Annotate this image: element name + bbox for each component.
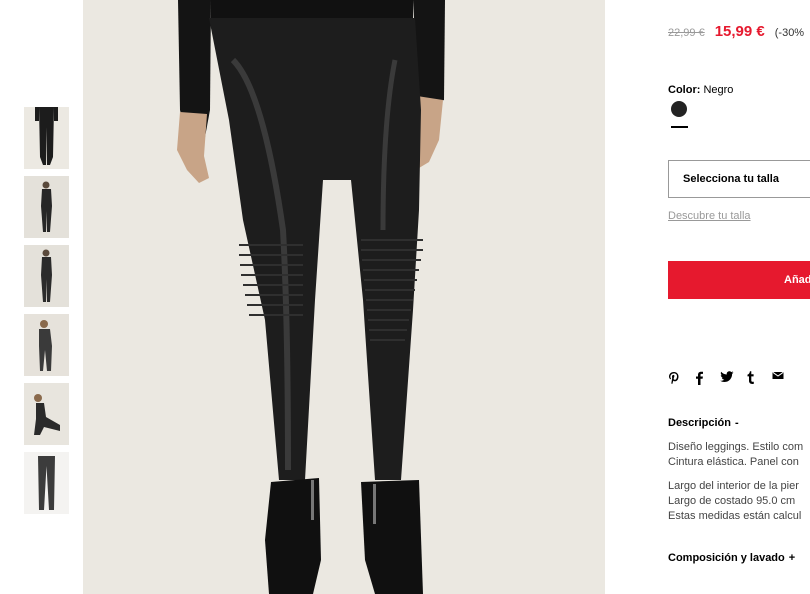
- discount-badge: (-30%: [774, 27, 805, 39]
- size-select-label: Selecciona tu talla: [683, 173, 779, 185]
- expand-icon: +: [788, 552, 796, 564]
- color-label-key: Color:: [668, 84, 701, 96]
- tumblr-icon[interactable]: [746, 371, 772, 387]
- thumbnail-6[interactable]: [24, 452, 69, 514]
- description-text-a: Diseño leggings. Estilo com Cintura elás…: [668, 440, 803, 470]
- thumbnail-3[interactable]: [24, 245, 69, 307]
- color-value: Negro: [703, 84, 734, 96]
- description-line: Diseño leggings. Estilo com: [668, 441, 804, 453]
- facebook-icon[interactable]: [694, 371, 720, 387]
- swatch-selected-indicator: [671, 126, 688, 128]
- thumbnail-2[interactable]: [24, 176, 69, 238]
- color-label: Color: Negro: [668, 84, 733, 96]
- price-row: 22,99 € 15,99 € (-30%: [668, 23, 804, 40]
- share-icons: [668, 371, 798, 387]
- description-text-b: Largo del interior de la pier Largo de c…: [668, 479, 801, 524]
- size-guide-link[interactable]: Descubre tu talla: [668, 210, 751, 222]
- composition-toggle[interactable]: Composición y lavado +: [668, 552, 795, 564]
- leggings-photo: [83, 0, 605, 594]
- mail-icon[interactable]: [772, 371, 798, 387]
- composition-title: Composición y lavado: [668, 552, 785, 564]
- thumbnail-1[interactable]: [24, 107, 69, 169]
- description-title: Descripción: [668, 417, 731, 429]
- sale-price: 15,99 €: [714, 23, 765, 40]
- description-line: Cintura elástica. Panel con: [668, 456, 799, 468]
- old-price: 22,99 €: [668, 27, 705, 39]
- description-line: Estas medidas están calcul: [668, 510, 802, 522]
- product-info-panel: 22,99 € 15,99 € (-30% Color: Negro Selec…: [668, 0, 810, 594]
- description-toggle[interactable]: Descripción -: [668, 417, 739, 429]
- description-line: Largo de costado 95.0 cm: [668, 495, 796, 507]
- thumbnail-gallery: [24, 107, 69, 521]
- twitter-icon[interactable]: [720, 371, 746, 387]
- thumbnail-4[interactable]: [24, 314, 69, 376]
- collapse-icon: -: [734, 417, 739, 429]
- thumbnail-5[interactable]: [24, 383, 69, 445]
- color-swatch-black[interactable]: [671, 101, 687, 117]
- size-select[interactable]: Selecciona tu talla: [668, 160, 810, 198]
- description-line: Largo del interior de la pier: [668, 480, 799, 492]
- pinterest-icon[interactable]: [668, 371, 694, 387]
- add-to-cart-button[interactable]: Añad: [668, 261, 810, 299]
- product-main-image[interactable]: [83, 0, 605, 594]
